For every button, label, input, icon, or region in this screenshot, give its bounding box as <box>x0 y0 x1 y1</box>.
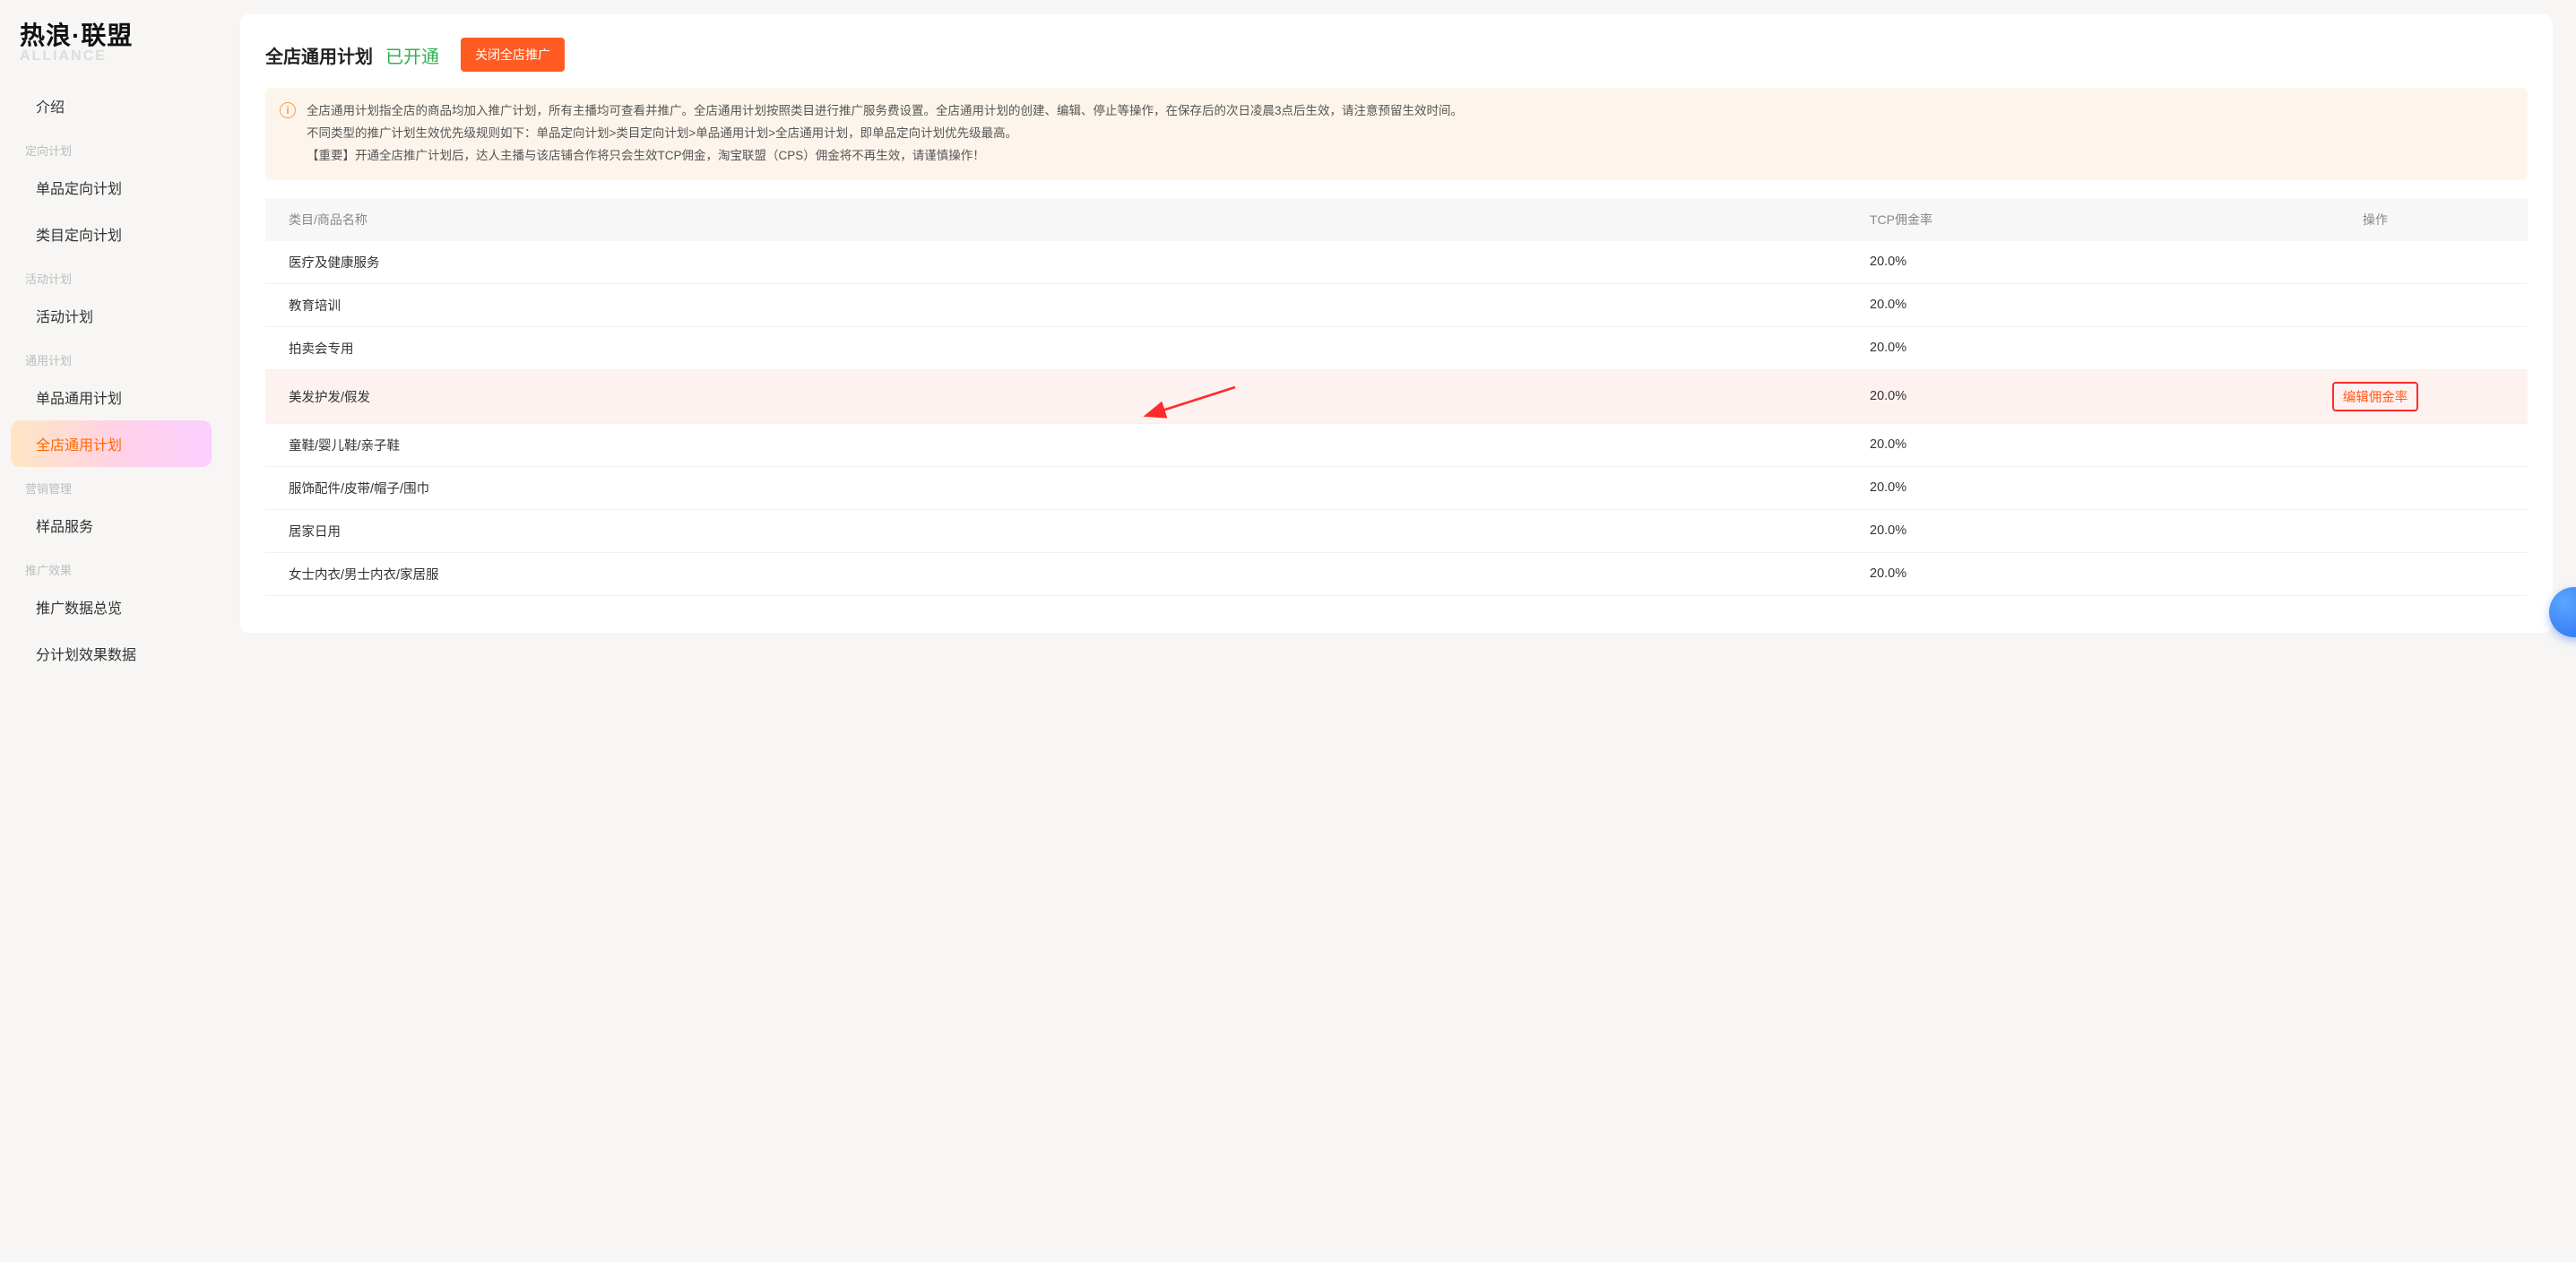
cell-operation <box>2223 423 2528 466</box>
nav-group-effect: 推广效果 <box>0 549 222 583</box>
alert-line-1: 全店通用计划指全店的商品均加入推广计划，所有主播均可查看并推广。全店通用计划按照… <box>307 100 2511 123</box>
cell-rate: 20.0% <box>1846 241 2223 284</box>
logo-main: 热浪·联盟 <box>20 16 203 52</box>
th-operation: 操作 <box>2223 198 2528 241</box>
cell-operation <box>2223 283 2528 326</box>
alert-line-2: 不同类型的推广计划生效优先级规则如下：单品定向计划>类目定向计划>单品通用计划>… <box>307 123 2511 145</box>
table-row: 服饰配件/皮带/帽子/围巾20.0% <box>265 466 2528 509</box>
side-nav: 介绍 定向计划 单品定向计划 类目定向计划 活动计划 活动计划 通用计划 单品通… <box>0 82 222 677</box>
nav-intro[interactable]: 介绍 <box>11 82 212 129</box>
info-alert: i 全店通用计划指全店的商品均加入推广计划，所有主播均可查看并推广。全店通用计划… <box>265 88 2528 180</box>
status-open: 已开通 <box>385 42 439 68</box>
cell-operation <box>2223 466 2528 509</box>
cell-category: 服饰配件/皮带/帽子/围巾 <box>265 466 1846 509</box>
cell-category: 美发护发/假发 <box>265 369 1846 423</box>
nav-group-general: 通用计划 <box>0 339 222 374</box>
cell-category: 医疗及健康服务 <box>265 241 1846 284</box>
cell-rate: 20.0% <box>1846 283 2223 326</box>
nav-plan-effect[interactable]: 分计划效果数据 <box>11 630 212 677</box>
close-store-promotion-button[interactable]: 关闭全店推广 <box>461 38 565 72</box>
panel-header: 全店通用计划 已开通 关闭全店推广 <box>265 38 2528 72</box>
nav-category-directed[interactable]: 类目定向计划 <box>11 211 212 257</box>
nav-single-directed[interactable]: 单品定向计划 <box>11 164 212 211</box>
edit-commission-link[interactable]: 编辑佣金率 <box>2343 387 2408 406</box>
cell-rate: 20.0% <box>1846 423 2223 466</box>
alert-line-3: 【重要】开通全店推广计划后，达人主播与该店铺合作将只会生效TCP佣金，淘宝联盟（… <box>307 145 2511 168</box>
cell-rate: 20.0% <box>1846 326 2223 369</box>
cell-category: 童鞋/婴儿鞋/亲子鞋 <box>265 423 1846 466</box>
table-row: 医疗及健康服务20.0% <box>265 241 2528 284</box>
cell-operation: 编辑佣金率 <box>2223 369 2528 423</box>
cell-rate: 20.0% <box>1846 466 2223 509</box>
nav-data-overview[interactable]: 推广数据总览 <box>11 583 212 630</box>
nav-group-marketing: 营销管理 <box>0 467 222 502</box>
cell-operation <box>2223 509 2528 552</box>
cell-operation <box>2223 552 2528 595</box>
nav-store-general[interactable]: 全店通用计划 <box>11 420 212 467</box>
logo: 热浪·联盟 ALLIANCE <box>0 16 222 70</box>
th-rate: TCP佣金率 <box>1846 198 2223 241</box>
info-icon: i <box>280 102 296 118</box>
cell-category: 居家日用 <box>265 509 1846 552</box>
sidebar: 热浪·联盟 ALLIANCE 介绍 定向计划 单品定向计划 类目定向计划 活动计… <box>0 0 222 1262</box>
panel: 全店通用计划 已开通 关闭全店推广 i 全店通用计划指全店的商品均加入推广计划，… <box>240 14 2553 633</box>
commission-table: 类目/商品名称 TCP佣金率 操作 医疗及健康服务20.0%教育培训20.0%拍… <box>265 198 2528 596</box>
table-row: 童鞋/婴儿鞋/亲子鞋20.0% <box>265 423 2528 466</box>
th-category: 类目/商品名称 <box>265 198 1846 241</box>
cell-rate: 20.0% <box>1846 509 2223 552</box>
main: 全店通用计划 已开通 关闭全店推广 i 全店通用计划指全店的商品均加入推广计划，… <box>222 0 2576 1262</box>
cell-rate: 20.0% <box>1846 552 2223 595</box>
cell-category: 拍卖会专用 <box>265 326 1846 369</box>
cell-operation <box>2223 326 2528 369</box>
table-row: 女士内衣/男士内衣/家居服20.0% <box>265 552 2528 595</box>
table-row: 拍卖会专用20.0% <box>265 326 2528 369</box>
table-row: 教育培训20.0% <box>265 283 2528 326</box>
table-row: 居家日用20.0% <box>265 509 2528 552</box>
nav-group-directed: 定向计划 <box>0 129 222 164</box>
cell-category: 教育培训 <box>265 283 1846 326</box>
nav-activity[interactable]: 活动计划 <box>11 292 212 339</box>
nav-sample[interactable]: 样品服务 <box>11 502 212 549</box>
nav-group-activity: 活动计划 <box>0 257 222 292</box>
cell-operation <box>2223 241 2528 284</box>
cell-category: 女士内衣/男士内衣/家居服 <box>265 552 1846 595</box>
panel-title: 全店通用计划 <box>265 42 373 68</box>
nav-single-general[interactable]: 单品通用计划 <box>11 374 212 420</box>
cell-rate: 20.0% <box>1846 369 2223 423</box>
table-row: 美发护发/假发20.0% 编辑佣金率 <box>265 369 2528 423</box>
